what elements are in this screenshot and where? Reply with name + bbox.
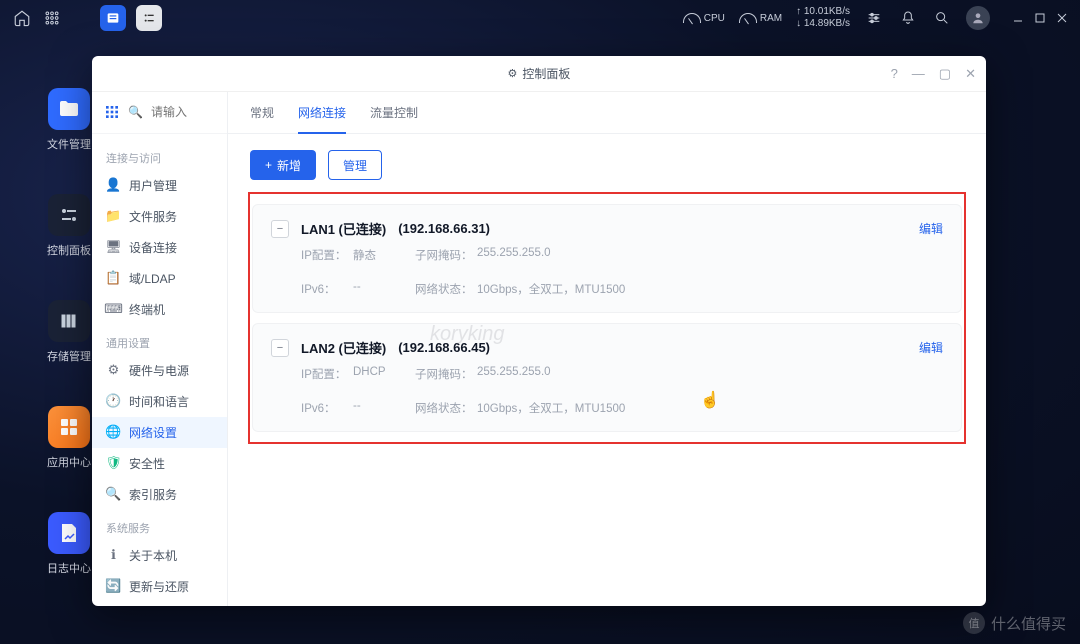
sidebar-item-icon: 🔄: [106, 579, 121, 594]
manage-button[interactable]: 管理: [328, 150, 382, 180]
cpu-meter: CPU: [683, 13, 725, 24]
taskbar-app-1[interactable]: [100, 5, 126, 31]
window-titlebar[interactable]: ⚙ 控制面板 ? — ▢ ✕: [92, 56, 986, 92]
search-icon: 🔍: [128, 105, 143, 119]
minimize-button[interactable]: [1012, 12, 1024, 24]
win-close-button[interactable]: ✕: [965, 66, 976, 82]
sidebar-item-icon: ⚙: [106, 363, 121, 378]
sliders-icon: ⚙: [508, 67, 518, 80]
sidebar-item-icon: ⌨: [106, 302, 121, 317]
sidebar-item-label: 硬件与电源: [129, 362, 189, 379]
desktop-icon-files[interactable]: 文件管理: [44, 88, 94, 152]
edit-link[interactable]: 编辑: [919, 339, 943, 356]
lan-ip: (192.168.66.45): [398, 340, 490, 355]
plus-icon: +: [265, 158, 272, 172]
win-maximize-button[interactable]: ▢: [939, 66, 951, 82]
sidebar-item-label: 文件服务: [129, 208, 177, 225]
sidebar-item-label: 设备连接: [129, 239, 177, 256]
collapse-button[interactable]: −: [271, 339, 289, 357]
settings-icon[interactable]: [864, 8, 884, 28]
sidebar-item-icon: 🛡: [106, 456, 121, 471]
sidebar-item-用户管理[interactable]: 👤 用户管理: [92, 170, 227, 201]
sidebar-item-安全性[interactable]: 🛡 安全性: [92, 448, 227, 479]
sidebar-item-label: 用户管理: [129, 177, 177, 194]
lan-info-row: IPv6：--网络状态：10Gbps，全双工，MTU1500: [271, 272, 943, 306]
tab-常规[interactable]: 常规: [250, 92, 274, 133]
edit-link[interactable]: 编辑: [919, 220, 943, 237]
desktop-icons: 文件管理 控制面板 存储管理 应用中心 日志中心: [44, 88, 94, 576]
sidebar-item-文件服务[interactable]: 📁 文件服务: [92, 201, 227, 232]
sidebar-item-硬件与电源[interactable]: ⚙ 硬件与电源: [92, 355, 227, 386]
add-button[interactable]: +新增: [250, 150, 316, 180]
sidebar-search-input[interactable]: [151, 105, 231, 119]
search-icon[interactable]: [932, 8, 952, 28]
sidebar-section-title: 连接与访问: [92, 140, 227, 170]
desktop-icon-storage[interactable]: 存储管理: [44, 300, 94, 364]
tabs: 常规网络连接流量控制: [228, 92, 986, 134]
home-icon[interactable]: [12, 8, 32, 28]
lan-name: LAN2 (已连接): [301, 338, 386, 357]
taskbar-app-2[interactable]: [136, 5, 162, 31]
lan-info-row: IPv6：--网络状态：10Gbps，全双工，MTU1500: [271, 391, 943, 425]
main-panel: 常规网络连接流量控制 +新增 管理 −LAN1 (已连接)(192.168.66…: [228, 92, 986, 606]
sidebar-item-label: 网络设置: [129, 424, 177, 441]
sidebar-item-icon: 🖥: [106, 240, 121, 255]
maximize-button[interactable]: [1034, 12, 1046, 24]
sidebar-item-关于本机[interactable]: ℹ 关于本机: [92, 540, 227, 571]
lan-card-1: −LAN1 (已连接) (192.168.66.31) 编辑IP配置：静态子网掩码：…: [252, 204, 962, 313]
sidebar-item-icon: 🕐: [106, 394, 121, 409]
sidebar-item-icon: 📋: [106, 271, 121, 286]
sidebar-item-网络设置[interactable]: 🌐 网络设置: [92, 417, 227, 448]
close-button[interactable]: [1056, 12, 1068, 24]
bell-icon[interactable]: [898, 8, 918, 28]
top-bar: CPU RAM ↑ 10.01KB/s ↓ 14.89KB/s: [0, 0, 1080, 36]
tab-网络连接[interactable]: 网络连接: [298, 92, 346, 133]
sidebar-section-title: 通用设置: [92, 325, 227, 355]
sidebar-item-label: 时间和语言: [129, 393, 189, 410]
sidebar-item-icon: 📁: [106, 209, 121, 224]
desktop-icon-control[interactable]: 控制面板: [44, 194, 94, 258]
sidebar-item-icon: 👤: [106, 178, 121, 193]
sidebar-section-title: 系统服务: [92, 510, 227, 540]
sidebar-collapse-icon[interactable]: [104, 104, 120, 120]
ram-meter: RAM: [739, 13, 782, 24]
sidebar-item-icon: 🌐: [106, 425, 121, 440]
control-panel-window: ⚙ 控制面板 ? — ▢ ✕ 🔍 连接与访问 👤 用户管理 📁 文件服务 🖥 设备连接 📋 域/…: [92, 56, 986, 606]
sidebar-item-label: 安全性: [129, 455, 165, 472]
watermark-bottom-right: 值 什么值得买: [963, 612, 1066, 634]
sidebar-item-域/LDAP[interactable]: 📋 域/LDAP: [92, 263, 227, 294]
sidebar-item-label: 更新与还原: [129, 578, 189, 595]
desktop-icon-apps[interactable]: 应用中心: [44, 406, 94, 470]
sidebar-item-icon: ℹ: [106, 548, 121, 563]
sidebar-item-索引服务[interactable]: 🔍 索引服务: [92, 479, 227, 510]
window-title: 控制面板: [522, 65, 570, 82]
user-avatar[interactable]: [966, 6, 990, 30]
sidebar-item-设备连接[interactable]: 🖥 设备连接: [92, 232, 227, 263]
sidebar-item-icon: 🔍: [106, 487, 121, 502]
lan-info-row: IP配置：DHCP子网掩码：255.255.255.0: [271, 357, 943, 391]
sidebar-item-终端机[interactable]: ⌨ 终端机: [92, 294, 227, 325]
sidebar-item-label: 域/LDAP: [129, 270, 176, 287]
lan-info-row: IP配置：静态子网掩码：255.255.255.0: [271, 238, 943, 272]
collapse-button[interactable]: −: [271, 220, 289, 238]
win-minimize-button[interactable]: —: [912, 66, 925, 81]
highlighted-region: −LAN1 (已连接)(192.168.66.31)编辑IP配置：静态子网掩码：…: [248, 192, 966, 444]
lan-ip: (192.168.66.31): [398, 221, 490, 236]
sidebar: 🔍 连接与访问 👤 用户管理 📁 文件服务 🖥 设备连接 📋 域/LDAP ⌨ 终端机通用设置 ⚙ 硬件…: [92, 92, 228, 606]
sidebar-item-label: 终端机: [129, 301, 165, 318]
sidebar-item-更新与还原[interactable]: 🔄 更新与还原: [92, 571, 227, 602]
help-button[interactable]: ?: [891, 66, 898, 81]
tab-流量控制[interactable]: 流量控制: [370, 92, 418, 133]
desktop-icon-logs[interactable]: 日志中心: [44, 512, 94, 576]
network-speed: ↑ 10.01KB/s ↓ 14.89KB/s: [796, 6, 850, 30]
sidebar-item-label: 关于本机: [129, 547, 177, 564]
lan-name: LAN1 (已连接): [301, 219, 386, 238]
apps-grid-icon[interactable]: [42, 8, 62, 28]
sidebar-item-label: 索引服务: [129, 486, 177, 503]
sidebar-item-时间和语言[interactable]: 🕐 时间和语言: [92, 386, 227, 417]
lan-card-2: −LAN2 (已连接) (192.168.66.45) 编辑IP配置：DHCP子网掩…: [252, 323, 962, 432]
